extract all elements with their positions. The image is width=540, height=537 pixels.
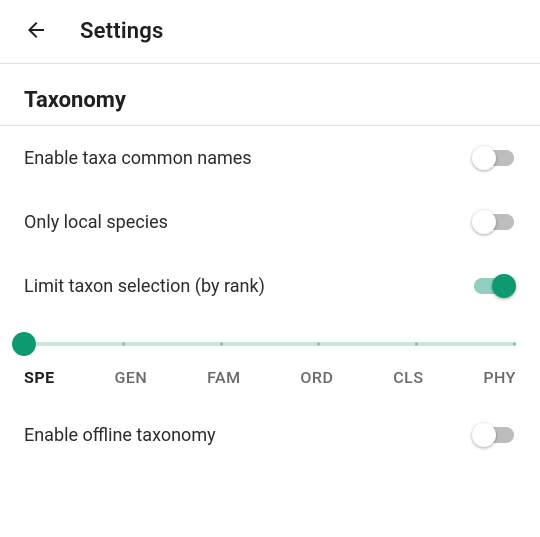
back-button[interactable] bbox=[16, 12, 56, 52]
arrow-back-icon bbox=[24, 18, 48, 45]
switch-local-species[interactable] bbox=[472, 210, 516, 234]
setting-label-limit-rank: Limit taxon selection (by rank) bbox=[24, 276, 265, 297]
setting-row-common-names[interactable]: Enable taxa common names bbox=[0, 126, 540, 190]
setting-label-local-species: Only local species bbox=[24, 212, 168, 233]
rank-slider-labels: SPE GEN FAM ORD CLS PHY bbox=[24, 368, 516, 387]
setting-row-offline-taxonomy[interactable]: Enable offline taxonomy bbox=[0, 403, 540, 467]
rank-option-gen: GEN bbox=[114, 368, 147, 387]
rank-option-spe: SPE bbox=[24, 368, 55, 387]
rank-option-cls: CLS bbox=[393, 368, 423, 387]
appbar: Settings bbox=[0, 0, 540, 64]
setting-row-local-species[interactable]: Only local species bbox=[0, 190, 540, 254]
setting-label-offline-taxonomy: Enable offline taxonomy bbox=[24, 425, 216, 446]
section-heading-taxonomy: Taxonomy bbox=[0, 64, 540, 126]
switch-offline-taxonomy[interactable] bbox=[472, 423, 516, 447]
rank-option-ord: ORD bbox=[300, 368, 333, 387]
slider-thumb[interactable] bbox=[12, 332, 36, 356]
setting-label-common-names: Enable taxa common names bbox=[24, 148, 252, 169]
slider-ticks bbox=[24, 343, 516, 346]
rank-slider-block: SPE GEN FAM ORD CLS PHY bbox=[0, 318, 540, 403]
rank-option-fam: FAM bbox=[207, 368, 241, 387]
rank-slider[interactable] bbox=[24, 332, 516, 356]
page-title: Settings bbox=[80, 19, 163, 44]
switch-limit-rank[interactable] bbox=[472, 274, 516, 298]
setting-row-limit-rank[interactable]: Limit taxon selection (by rank) bbox=[0, 254, 540, 318]
rank-option-phy: PHY bbox=[483, 368, 516, 387]
switch-common-names[interactable] bbox=[472, 146, 516, 170]
